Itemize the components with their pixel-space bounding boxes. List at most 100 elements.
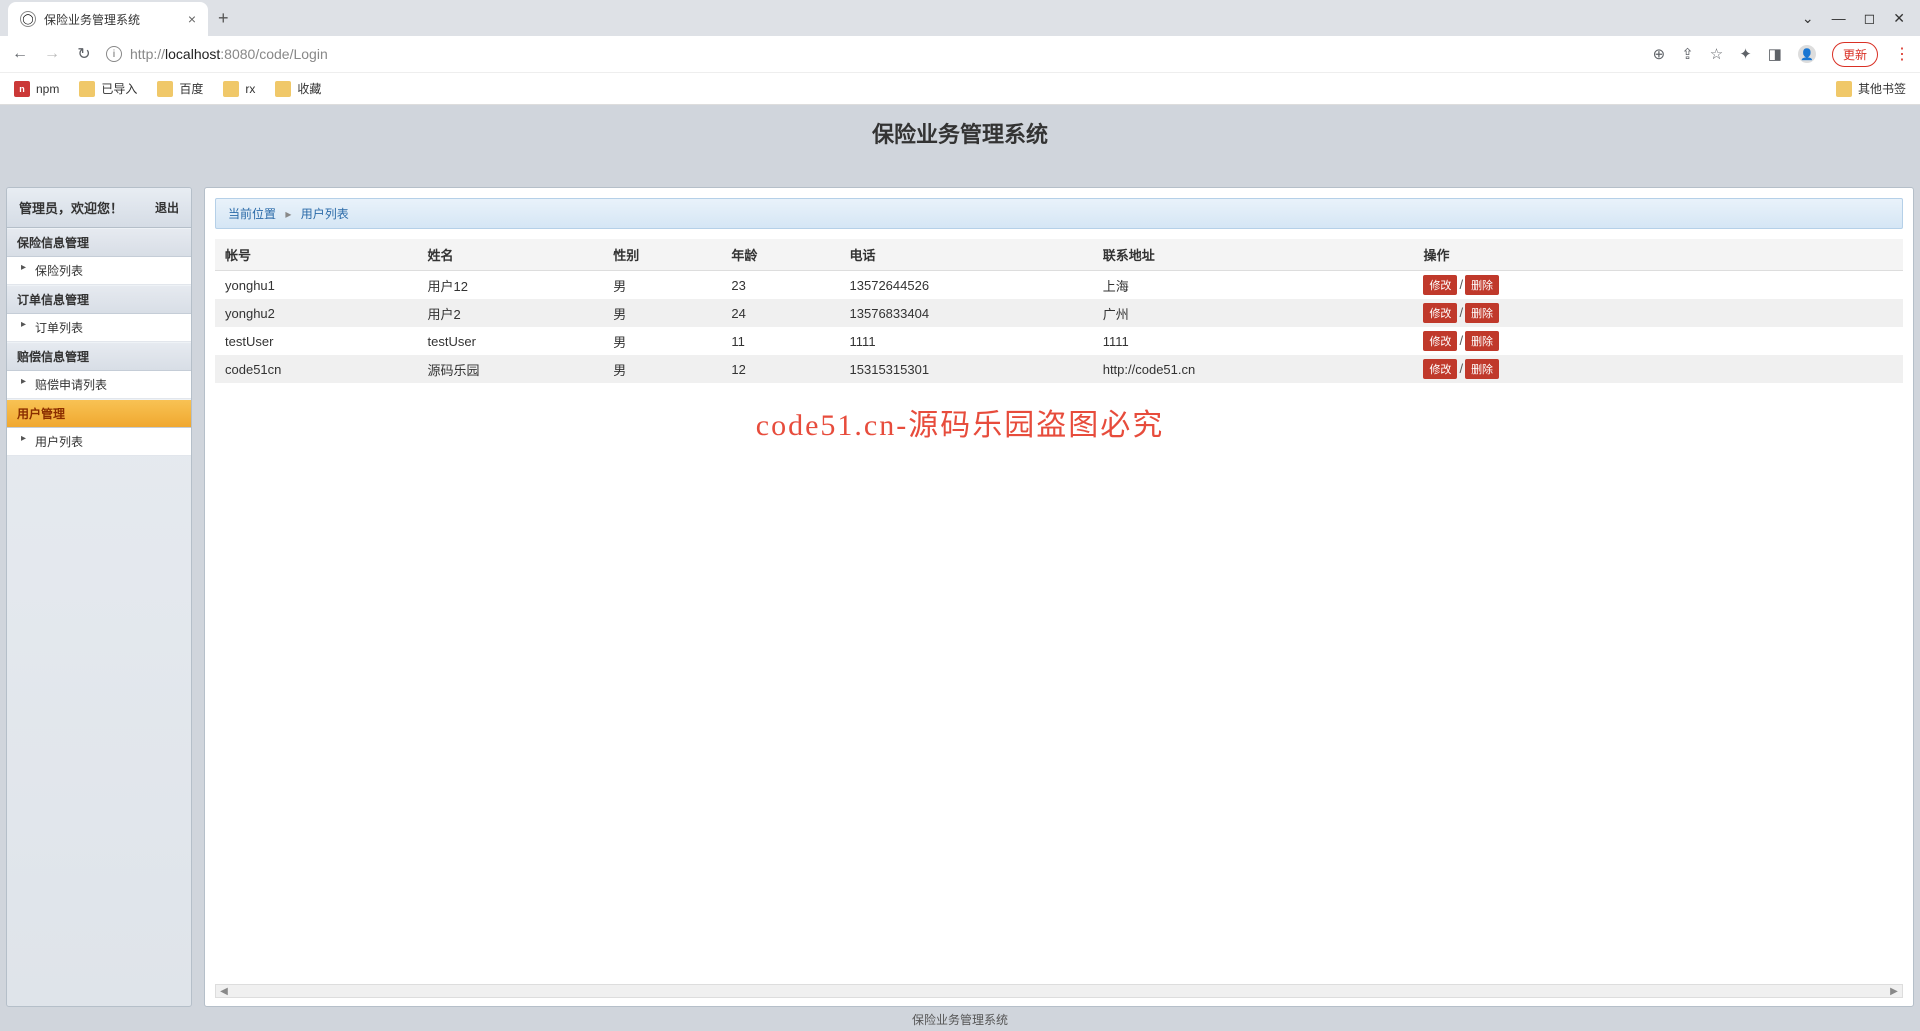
- app-header: 保险业务管理系统: [0, 105, 1920, 187]
- nav-group[interactable]: 订单信息管理: [7, 285, 191, 314]
- zoom-icon[interactable]: ⊕: [1653, 45, 1666, 63]
- url-input[interactable]: i http://localhost:8080/code/Login: [106, 46, 1641, 62]
- table-cell: 13576833404: [840, 299, 1093, 327]
- table-cell: testUser: [418, 327, 604, 355]
- separator: /: [1459, 361, 1463, 376]
- table-header: 姓名: [418, 239, 604, 271]
- delete-button[interactable]: 删除: [1465, 303, 1499, 323]
- browser-chrome: ◯ 保险业务管理系统 × + ⌄ — ◻ ✕ ← → ↻ i http://lo…: [0, 0, 1920, 105]
- url-path: /code/Login: [255, 46, 327, 62]
- bookmark-favorites[interactable]: 收藏: [275, 80, 321, 97]
- folder-icon: [79, 81, 95, 97]
- user-table: 帐号姓名性别年龄电话联系地址操作 yonghu1用户12男23135726445…: [215, 239, 1903, 383]
- separator: /: [1459, 305, 1463, 320]
- edit-button[interactable]: 修改: [1423, 331, 1457, 351]
- nav-group[interactable]: 用户管理: [7, 399, 191, 428]
- address-bar: ← → ↻ i http://localhost:8080/code/Login…: [0, 36, 1920, 72]
- back-button[interactable]: ←: [10, 45, 30, 63]
- table-header: 电话: [840, 239, 1093, 271]
- edit-button[interactable]: 修改: [1423, 359, 1457, 379]
- bookmark-baidu[interactable]: 百度: [157, 80, 203, 97]
- close-tab-icon[interactable]: ×: [188, 11, 196, 27]
- bookmarks-bar: n npm 已导入 百度 rx 收藏 其他书签: [0, 72, 1920, 104]
- scroll-left-icon[interactable]: ◀: [216, 985, 232, 997]
- footer-text: 保险业务管理系统: [912, 1011, 1008, 1028]
- table-cell: 12: [721, 355, 839, 383]
- menu-icon[interactable]: ⋮: [1894, 44, 1910, 64]
- bookmark-npm[interactable]: n npm: [14, 81, 59, 97]
- sidebar-header: 管理员，欢迎您！ 退出: [7, 188, 191, 228]
- extension-icon[interactable]: ✦: [1739, 45, 1752, 63]
- table-header: 操作: [1413, 239, 1903, 271]
- table-cell: http://code51.cn: [1093, 355, 1414, 383]
- actions-cell: 修改/删除: [1413, 271, 1903, 300]
- bookmark-label: 百度: [179, 80, 203, 97]
- chevron-right-icon: ▸: [285, 207, 291, 221]
- update-button[interactable]: 更新: [1832, 42, 1878, 67]
- bookmark-label: 已导入: [101, 80, 137, 97]
- horizontal-scrollbar[interactable]: ◀ ▶: [215, 984, 1903, 998]
- edit-button[interactable]: 修改: [1423, 275, 1457, 295]
- nav-item[interactable]: 赔偿申请列表: [7, 371, 191, 399]
- bookmark-imported[interactable]: 已导入: [79, 80, 137, 97]
- url-port: :8080: [220, 46, 255, 62]
- delete-button[interactable]: 删除: [1465, 331, 1499, 351]
- scroll-right-icon[interactable]: ▶: [1886, 985, 1902, 997]
- table-cell: yonghu2: [215, 299, 418, 327]
- sidebar: 管理员，欢迎您！ 退出 保险信息管理保险列表订单信息管理订单列表赔偿信息管理赔偿…: [6, 187, 192, 1007]
- app-body: 管理员，欢迎您！ 退出 保险信息管理保险列表订单信息管理订单列表赔偿信息管理赔偿…: [0, 187, 1920, 1007]
- logout-button[interactable]: 退出: [155, 199, 179, 216]
- window-controls: ⌄ — ◻ ✕: [1802, 10, 1920, 27]
- edit-button[interactable]: 修改: [1423, 303, 1457, 323]
- table-cell: 男: [603, 271, 721, 300]
- bookmark-rx[interactable]: rx: [223, 81, 255, 97]
- globe-icon: ◯: [20, 11, 36, 27]
- maximize-icon[interactable]: ◻: [1864, 10, 1876, 27]
- close-window-icon[interactable]: ✕: [1893, 10, 1905, 27]
- table-cell: 源码乐园: [418, 355, 604, 383]
- delete-button[interactable]: 删除: [1465, 359, 1499, 379]
- other-bookmarks[interactable]: 其他书签: [1836, 80, 1906, 97]
- info-icon[interactable]: i: [106, 46, 122, 62]
- nav-item[interactable]: 订单列表: [7, 314, 191, 342]
- table-cell: 用户12: [418, 271, 604, 300]
- url-text: http://localhost:8080/code/Login: [130, 46, 328, 62]
- table-cell: yonghu1: [215, 271, 418, 300]
- dropdown-icon[interactable]: ⌄: [1802, 10, 1814, 27]
- share-icon[interactable]: ⇪: [1681, 45, 1694, 63]
- breadcrumb-current[interactable]: 用户列表: [301, 207, 349, 221]
- delete-button[interactable]: 删除: [1465, 275, 1499, 295]
- folder-icon: [1836, 81, 1852, 97]
- nav-group[interactable]: 保险信息管理: [7, 228, 191, 257]
- browser-tab[interactable]: ◯ 保险业务管理系统 ×: [8, 2, 208, 36]
- nav-item[interactable]: 用户列表: [7, 428, 191, 456]
- table-cell: 11: [721, 327, 839, 355]
- nav-item[interactable]: 保险列表: [7, 257, 191, 285]
- folder-icon: [223, 81, 239, 97]
- reload-button[interactable]: ↻: [74, 44, 94, 64]
- actions-cell: 修改/删除: [1413, 299, 1903, 327]
- app-title: 保险业务管理系统: [872, 117, 1048, 149]
- star-icon[interactable]: ☆: [1710, 45, 1723, 63]
- table-cell: 13572644526: [840, 271, 1093, 300]
- table-cell: 广州: [1093, 299, 1414, 327]
- toolbar-icons: ⊕ ⇪ ☆ ✦ ◨ 👤 更新 ⋮: [1653, 42, 1910, 67]
- folder-icon: [275, 81, 291, 97]
- nav-group[interactable]: 赔偿信息管理: [7, 342, 191, 371]
- profile-avatar-icon[interactable]: 👤: [1798, 45, 1816, 63]
- table-row: yonghu1用户12男2313572644526上海修改/删除: [215, 271, 1903, 300]
- new-tab-button[interactable]: +: [218, 8, 229, 29]
- minimize-icon[interactable]: —: [1832, 10, 1846, 27]
- breadcrumb-prefix: 当前位置: [228, 207, 276, 221]
- bookmark-label: npm: [36, 82, 59, 96]
- table-row: code51cn源码乐园男1215315315301http://code51.…: [215, 355, 1903, 383]
- sidepanel-icon[interactable]: ◨: [1768, 45, 1782, 63]
- bookmark-label: rx: [245, 82, 255, 96]
- forward-button[interactable]: →: [42, 45, 62, 63]
- table-cell: 男: [603, 299, 721, 327]
- table-cell: 用户2: [418, 299, 604, 327]
- separator: /: [1459, 277, 1463, 292]
- welcome-text: 管理员，欢迎您！: [19, 198, 155, 217]
- bookmark-label: 收藏: [297, 80, 321, 97]
- folder-icon: [157, 81, 173, 97]
